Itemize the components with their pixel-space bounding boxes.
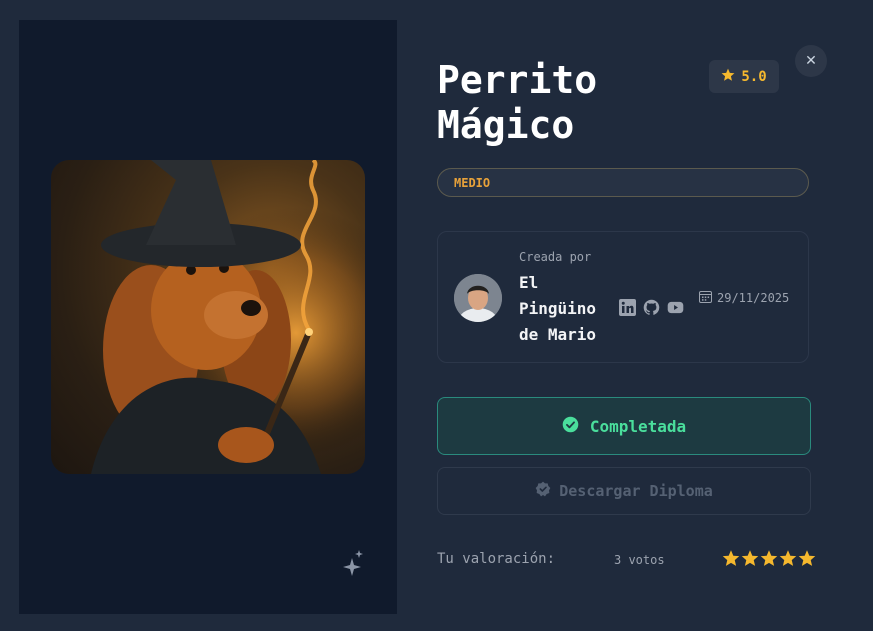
diploma-label: Descargar Diploma xyxy=(559,482,713,500)
star-rating[interactable] xyxy=(722,549,816,568)
avatar[interactable] xyxy=(454,274,502,322)
creator-name-line-1: El xyxy=(519,273,539,292)
page-title: Perrito Mágico xyxy=(437,58,697,148)
creator-name[interactable]: El Pingüino de Mario xyxy=(519,270,614,348)
created-by-label: Creada por xyxy=(519,250,592,264)
completed-button[interactable]: Completada xyxy=(437,397,811,455)
close-icon: ✕ xyxy=(805,53,817,69)
date-text: 29/11/2025 xyxy=(717,291,790,305)
your-rating-label: Tu valoración: xyxy=(437,551,556,567)
youtube-icon[interactable] xyxy=(667,299,684,316)
social-links xyxy=(619,299,684,316)
star-icon[interactable] xyxy=(722,549,740,568)
star-icon[interactable] xyxy=(760,549,778,568)
badge-check-icon xyxy=(535,481,551,501)
creator-name-line-2: Pingüino xyxy=(519,299,597,318)
creation-date: 29/11/2025 xyxy=(699,290,789,306)
star-icon xyxy=(721,68,735,86)
linkedin-icon[interactable] xyxy=(619,299,636,316)
close-button[interactable]: ✕ xyxy=(795,45,827,77)
title-line-2: Mágico xyxy=(437,103,575,147)
project-image xyxy=(51,160,365,474)
creator-card: Creada por El Pingüino de Mario 29/11/20… xyxy=(437,231,809,363)
difficulty-label: MEDIO xyxy=(454,175,491,190)
title-line-1: Perrito xyxy=(437,58,598,102)
completed-label: Completada xyxy=(589,416,687,436)
sparkle-icon xyxy=(341,550,365,576)
calendar-icon xyxy=(699,290,712,306)
github-icon[interactable] xyxy=(643,299,660,316)
check-circle-icon xyxy=(562,416,579,437)
votes-count: 3 votos xyxy=(614,553,665,567)
creator-name-line-3: de Mario xyxy=(519,325,597,344)
image-panel xyxy=(19,20,397,614)
difficulty-badge: MEDIO xyxy=(437,168,809,197)
star-icon[interactable] xyxy=(798,549,816,568)
star-icon[interactable] xyxy=(779,549,797,568)
rating-badge: 5.0 xyxy=(709,60,779,93)
download-diploma-button[interactable]: Descargar Diploma xyxy=(437,467,811,515)
rating-value: 5.0 xyxy=(741,68,767,85)
star-icon[interactable] xyxy=(741,549,759,568)
